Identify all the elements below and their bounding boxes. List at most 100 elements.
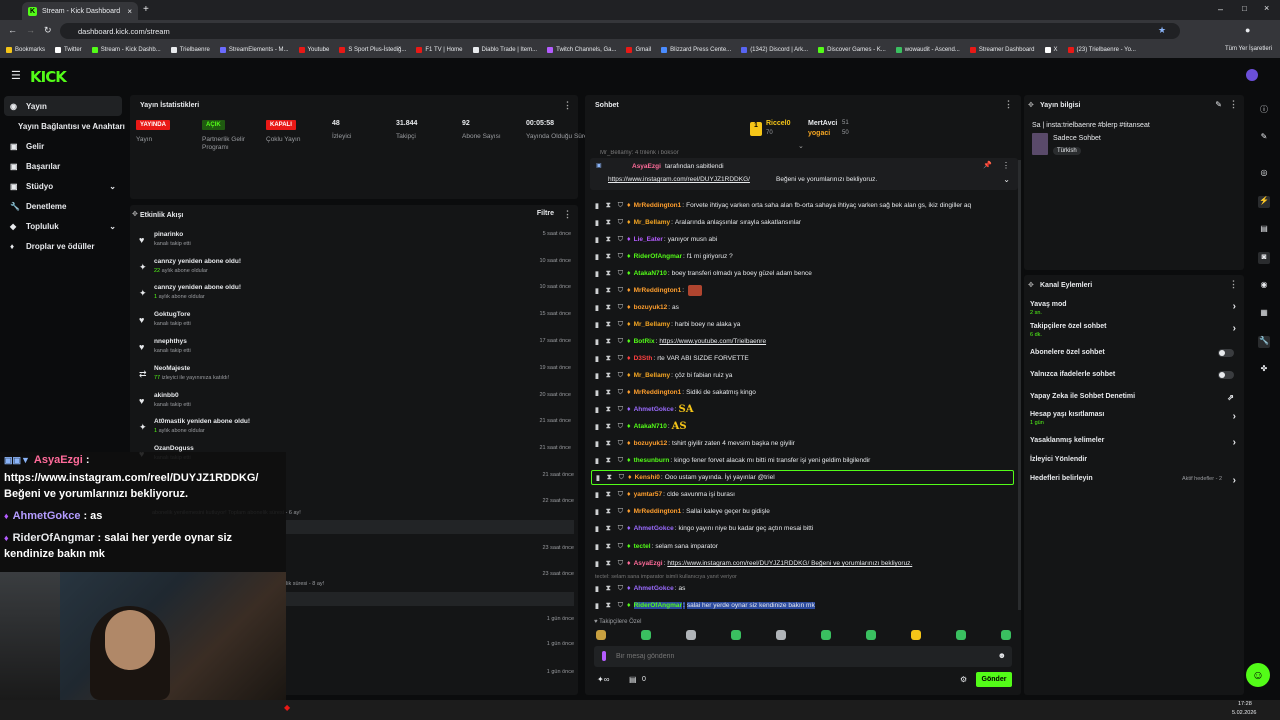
emote-icon[interactable] — [641, 630, 651, 640]
kick-logo[interactable]: KICK — [30, 68, 67, 86]
delete-message-icon[interactable]: ▮ — [595, 543, 599, 551]
pinned-menu-icon[interactable]: ⋮ — [1002, 161, 1010, 170]
chat-input[interactable] — [616, 649, 986, 664]
timeout-icon[interactable]: ⧗ — [606, 338, 611, 346]
chat-username[interactable]: yamtar57 — [634, 491, 663, 498]
chat-message[interactable]: ▮ ⧗ ⛉ ♦ RiderOfAngmar: salai her yerde oynar … — [595, 598, 1015, 613]
bookmark-item[interactable]: Twitch Channels, Ga... — [547, 47, 616, 53]
channel-action-item[interactable]: Yavaş mod 2 sn. › — [1030, 301, 1240, 316]
delete-message-icon[interactable]: ▮ — [595, 585, 599, 593]
chat-message[interactable]: ▮ ⧗ ⛉ ♦ AhmetGokce: as — [595, 581, 1015, 596]
new-tab-icon[interactable]: + — [143, 4, 149, 15]
emote-icon[interactable] — [686, 630, 696, 640]
bookmark-item[interactable]: X — [1044, 47, 1058, 53]
ban-icon[interactable]: ⛉ — [618, 202, 623, 210]
rewards-icon[interactable]: ▤ — [629, 675, 637, 684]
activity-item[interactable]: ♥ GoktugTore kanalı takip etti 15 saat önce — [135, 311, 575, 337]
delete-message-icon[interactable]: ▮ — [595, 406, 599, 414]
chat-message[interactable]: ▮ ⧗ ⛉ ♦ bozuyuk12: tshirt giyilir zaten 4 mev… — [595, 436, 1015, 451]
channel-actions-drag-icon[interactable]: ✥ — [1028, 281, 1034, 289]
timeout-icon[interactable]: ⧗ — [606, 491, 611, 499]
chat-username[interactable]: MrReddington1 — [634, 202, 682, 209]
chat-settings-icon[interactable]: ⚙ — [960, 675, 967, 684]
chat-username[interactable]: Kenshi0 — [635, 474, 660, 481]
chat-username[interactable]: Mr_Bellamy — [634, 219, 671, 226]
reload-icon[interactable]: ↻ — [44, 25, 52, 36]
chat-message[interactable]: ▮ ⧗ ⛉ ♦ yamtar57: clde savunma işi burası — [595, 487, 1015, 502]
delete-message-icon[interactable]: ▮ — [595, 440, 599, 448]
chat-message[interactable]: ▮ ⧗ ⛉ ♦ AtakaN710: AS — [595, 419, 1015, 434]
chat-username[interactable]: D3Sth — [634, 355, 653, 362]
timeout-icon[interactable]: ⧗ — [606, 321, 611, 329]
timeout-icon[interactable]: ⧗ — [606, 219, 611, 227]
chat-username[interactable]: Lie_Eater — [634, 236, 663, 243]
delete-message-icon[interactable]: ▮ — [595, 270, 599, 278]
bolt-icon[interactable]: ⚡ — [1258, 196, 1270, 208]
emote-icon[interactable] — [731, 630, 741, 640]
chat-message[interactable]: ▮ ⧗ ⛉ ♦ BotRix: https://www.youtube.com/Triel… — [595, 334, 1015, 349]
close-window-icon[interactable]: × — [1264, 3, 1269, 13]
ban-icon[interactable]: ⛉ — [618, 236, 623, 244]
sidebar-item-5[interactable]: 🔧 Denetleme — [0, 196, 126, 216]
bookmark-item[interactable]: wowaudit - Ascend... — [895, 47, 960, 53]
ban-icon[interactable]: ⛉ — [618, 406, 623, 414]
bookmark-item[interactable]: (1342) Discord | Ark... — [741, 47, 808, 53]
emote-icon[interactable] — [596, 630, 606, 640]
timeout-icon[interactable]: ⧗ — [606, 202, 611, 210]
chat-message[interactable]: ▮ ⧗ ⛉ ♦ AhmetGokce: kingo yayını niye bu kada… — [595, 521, 1015, 536]
chat-link[interactable]: https://www.instagram.com/reel/DUYJZ1RDD… — [667, 560, 912, 567]
chat-link[interactable]: https://www.youtube.com/Trielbaenre — [659, 338, 766, 345]
sidebar-item-3[interactable]: ▣ Başarılar — [0, 156, 126, 176]
chat-username[interactable]: AhmetGokce — [634, 406, 674, 413]
delete-message-icon[interactable]: ▮ — [595, 355, 599, 363]
activity-item[interactable]: ✦ cannzy yeniden abone oldu! 1 aylık abone… — [135, 284, 575, 310]
tool-icon[interactable]: 🔧 — [1258, 336, 1270, 348]
timeout-icon[interactable]: ⧗ — [606, 457, 611, 465]
delete-message-icon[interactable]: ▮ — [595, 338, 599, 346]
chat-message[interactable]: ▮ ⧗ ⛉ ♦ thesunburn: kingo fener forvet alacak… — [595, 453, 1015, 468]
channel-action-item[interactable]: Yalnızca ifadelerle sohbet — [1030, 371, 1240, 379]
timeout-icon[interactable]: ⧗ — [606, 270, 611, 278]
activity-menu-icon[interactable]: ⋮ — [563, 209, 572, 220]
ban-icon[interactable]: ⛉ — [618, 423, 623, 431]
back-icon[interactable]: ← — [8, 25, 17, 35]
url-field[interactable]: dashboard.kick.com/stream — [60, 23, 1180, 39]
ban-icon[interactable]: ⛉ — [618, 287, 623, 295]
delete-message-icon[interactable]: ▮ — [595, 525, 599, 533]
chat-username[interactable]: bozuyuk12 — [634, 440, 668, 447]
activity-item[interactable]: ♥ pinarinko kanalı takip etti 5 saat önce — [135, 231, 575, 257]
sidebar-item-2[interactable]: ▣ Gelir — [0, 136, 126, 156]
minimize-icon[interactable]: – — [1218, 4, 1223, 14]
bookmark-item[interactable]: Blizzard Press Cente... — [661, 47, 731, 53]
delete-message-icon[interactable]: ▮ — [595, 508, 599, 516]
audio-icon[interactable]: ◉ — [1258, 280, 1270, 292]
channel-action-item[interactable]: Abonelere özel sohbet — [1030, 349, 1240, 357]
points-icon[interactable]: ✦∞ — [597, 675, 609, 684]
pencil-icon[interactable]: ✎ — [1258, 132, 1270, 144]
chat-message[interactable]: ▮ ⧗ ⛉ ♦ MrReddington1: Forvete ihtiyaç varken… — [595, 198, 1015, 213]
sidebar-item-1[interactable]: Yayın Bağlantısı ve Anahtarı — [0, 116, 126, 136]
timeout-icon[interactable]: ⧗ — [606, 406, 611, 414]
ban-icon[interactable]: ⛉ — [618, 304, 623, 312]
chat-username[interactable]: tectel — [634, 543, 651, 550]
bookmark-item[interactable]: Diablo Trade | Item... — [472, 47, 537, 53]
table-icon[interactable]: ▦ — [1258, 308, 1270, 320]
sidebar-item-0[interactable]: ◉ Yayın — [4, 96, 122, 116]
sidebar-item-4[interactable]: ▣ Stüdyo ⌄ — [0, 176, 126, 196]
delete-message-icon[interactable]: ▮ — [595, 423, 599, 431]
chat-message[interactable]: ▮ ⧗ ⛉ ♦ D3Sth: rte VAR ABI SIZDE FORVETTE — [595, 351, 1015, 366]
channel-action-item[interactable]: Yasaklanmış kelimeler › — [1030, 437, 1240, 448]
emote-icon[interactable] — [821, 630, 831, 640]
timeout-icon[interactable]: ⧗ — [606, 525, 611, 533]
info-icon[interactable]: ⓘ — [1258, 104, 1270, 116]
bookmark-item[interactable]: F1 TV | Home — [416, 47, 463, 53]
delete-message-icon[interactable]: ▮ — [595, 236, 599, 244]
bookmark-item[interactable]: S Sport Plus-İstediğ... — [339, 47, 406, 53]
channel-action-item[interactable]: Hesap yaşı kısıtlaması 1 gün › — [1030, 411, 1240, 426]
chat-message[interactable]: ▮ ⧗ ⛉ ♦ MrReddington1: — [595, 283, 1015, 298]
ban-icon[interactable]: ⛉ — [618, 270, 623, 278]
chat-username[interactable]: AhmetGokce — [634, 525, 674, 532]
ban-icon[interactable]: ⛉ — [618, 508, 623, 516]
bookmark-item[interactable]: Gmail — [626, 47, 651, 53]
stream-info-menu-icon[interactable]: ⋮ — [1229, 99, 1238, 110]
